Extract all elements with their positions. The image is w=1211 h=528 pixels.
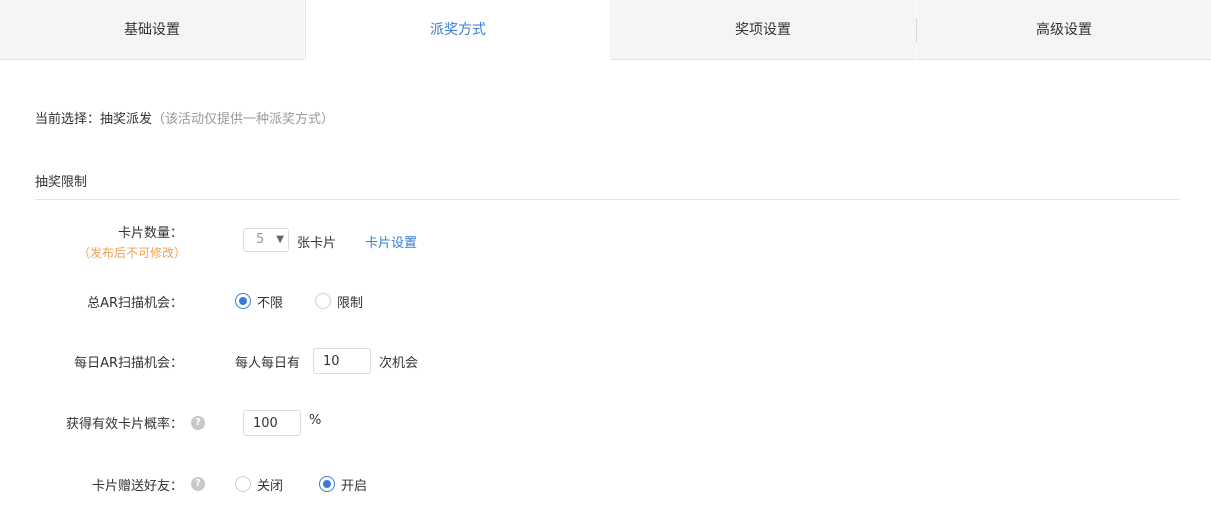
tab-prize-settings[interactable]: 奖项设置 [610,0,916,60]
tab-award-method[interactable]: 派奖方式 [305,0,611,60]
current-selection: 当前选择：抽奖派发（该活动仅提供一种派奖方式） [35,108,334,127]
daily-ar-suffix: 次机会 [379,356,419,371]
gift-card-on-radio[interactable] [319,476,335,492]
gift-card-off-radio[interactable] [235,476,251,492]
card-settings-link[interactable]: 卡片设置 [365,232,417,251]
total-ar-limited-label: 限制 [337,296,364,311]
daily-ar-prefix: 每人每日有 [235,356,301,371]
tab-bar: 基础设置 派奖方式 奖项设置 高级设置 [0,0,1211,60]
tab-basic-settings[interactable]: 基础设置 [0,0,304,60]
current-selection-note: （该活动仅提供一种派奖方式） [152,112,335,127]
card-count-hint: （发布后不可修改） [78,246,187,260]
section-divider [35,199,1180,200]
tab-advanced-settings[interactable]: 高级设置 [917,0,1211,60]
section-title: 抽奖限制 [35,175,88,190]
gift-card-label: 卡片赠送好友： [91,479,183,494]
card-count-selected: 5 [256,232,265,247]
total-ar-label: 总AR扫描机会： [87,296,183,311]
total-ar-unlimited-radio[interactable] [235,293,251,309]
gift-card-off-label: 关闭 [257,479,284,494]
valid-rate-unit: % [309,413,322,428]
chevron-down-icon: ▼ [276,234,284,245]
question-circle-icon[interactable]: ? [191,416,205,430]
total-ar-unlimited-label: 不限 [257,296,284,311]
daily-ar-input[interactable] [313,348,371,374]
daily-ar-label: 每日AR扫描机会： [74,356,183,371]
card-count-unit: 张卡片 [297,236,337,251]
current-selection-value: 抽奖派发 [100,112,153,127]
valid-rate-input[interactable] [243,410,301,436]
card-count-label: 卡片数量： [117,226,183,241]
gift-card-on-label: 开启 [341,479,368,494]
current-selection-prefix: 当前选择： [35,112,101,127]
question-circle-icon[interactable]: ? [191,477,205,491]
total-ar-limited-radio[interactable] [315,293,331,309]
valid-rate-label: 获得有效卡片概率： [65,417,183,432]
card-count-select[interactable]: 5 ▼ [243,228,289,252]
